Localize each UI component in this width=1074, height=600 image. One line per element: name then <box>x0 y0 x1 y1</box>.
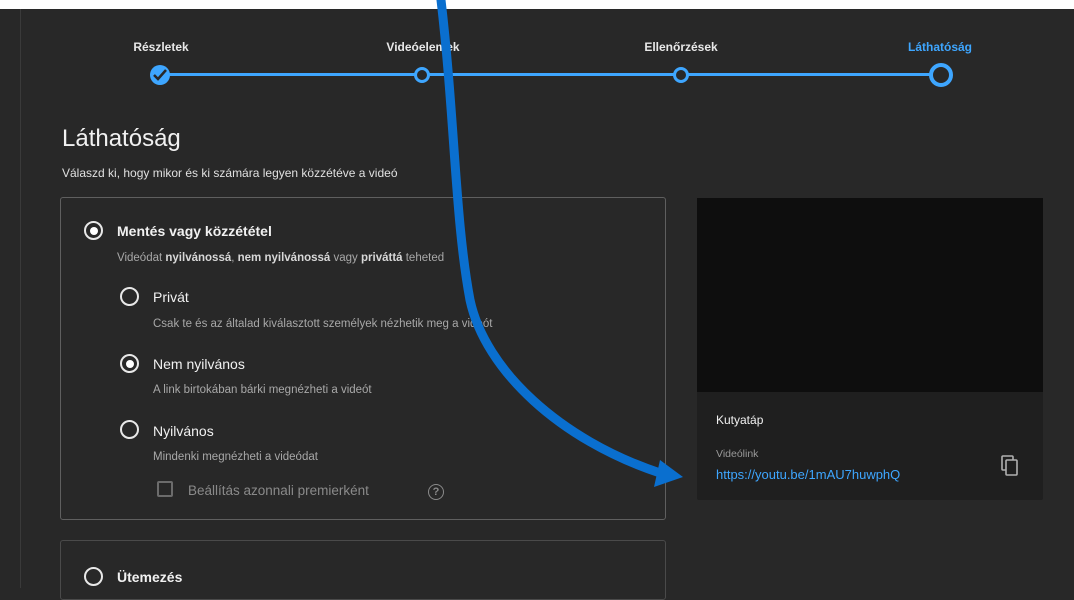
annotation-arrow <box>436 0 683 487</box>
arrow-head-icon <box>654 460 683 487</box>
